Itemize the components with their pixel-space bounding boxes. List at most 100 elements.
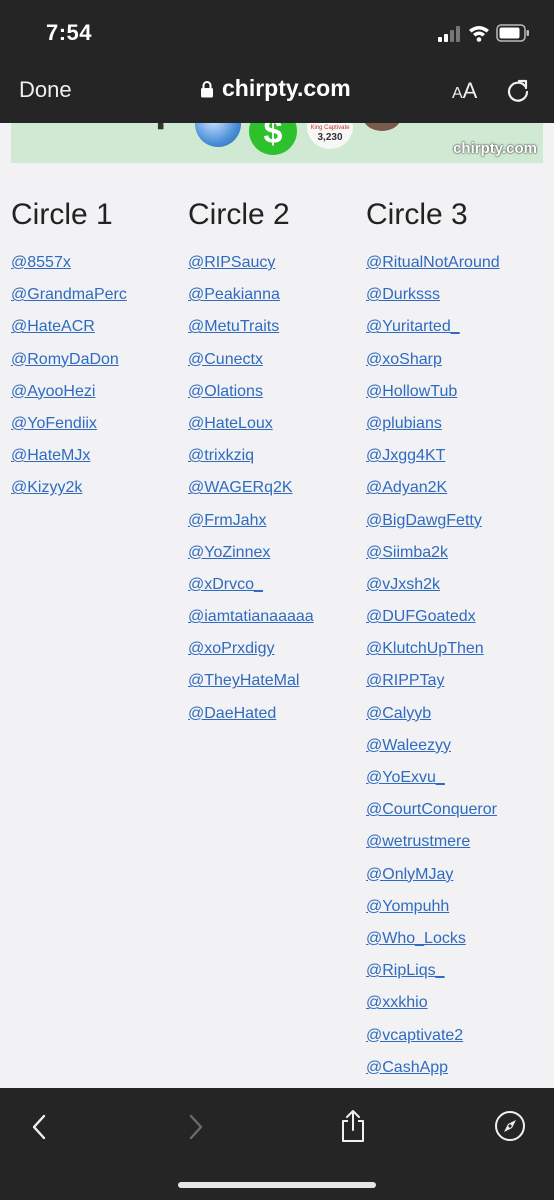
user-handle-link[interactable]: @DaeHated (188, 705, 276, 722)
back-icon[interactable] (27, 1112, 51, 1142)
list-item: @CourtConqueror (366, 799, 500, 831)
list-item: @HateACR (11, 316, 127, 348)
user-handle-link[interactable]: @Siimba2k (366, 544, 448, 561)
list-item: @YoZinnex (188, 542, 314, 574)
banner-image: ▘ $ King Captivate 3,230 chirpty.com (11, 123, 543, 163)
list-item: @Peakianna (188, 284, 314, 316)
user-handle-link[interactable]: @vJxsh2k (366, 576, 440, 593)
list-item: @RipLiqs_ (366, 960, 500, 992)
user-handle-link[interactable]: @Jxgg4KT (366, 447, 445, 464)
user-handle-link[interactable]: @HateMJx (11, 447, 90, 464)
list-item: @YoFendiix (11, 413, 127, 445)
user-handle-link[interactable]: @Yompuhh (366, 898, 449, 915)
user-handle-link[interactable]: @RIPPTay (366, 672, 444, 689)
list-item: @Olations (188, 381, 314, 413)
compass-icon[interactable] (494, 1110, 526, 1142)
user-handle-link[interactable]: @YoZinnex (188, 544, 270, 561)
circle-1-list: @8557x @GrandmaPerc @HateACR @RomyDaDon @Ayo… (11, 252, 127, 510)
list-item: @iamtatianaaaaa (188, 606, 314, 638)
user-handle-link[interactable]: @WAGERq2K (188, 479, 293, 496)
user-handle-link[interactable]: @CashApp (366, 1059, 448, 1076)
list-item: @xDrvco_ (188, 574, 314, 606)
list-item: @xxkhio (366, 992, 500, 1024)
list-item: @wetrustmere (366, 831, 500, 863)
reload-icon[interactable] (505, 78, 531, 104)
status-bar: 7:54 (0, 0, 554, 66)
user-handle-link[interactable]: @trixkziq (188, 447, 254, 464)
text-size-large-label: A (462, 78, 478, 103)
list-item: @HateMJx (11, 445, 127, 477)
user-handle-link[interactable]: @OnlyMJay (366, 866, 453, 883)
url-text: chirpty.com (222, 75, 351, 101)
user-handle-link[interactable]: @FrmJahx (188, 512, 266, 529)
circle-1-column: Circle 1 @8557x @GrandmaPerc @HateACR @Romy… (11, 196, 127, 510)
user-handle-link[interactable]: @xDrvco_ (188, 576, 263, 593)
circle-3-column: Circle 3 @RitualNotAround @Durksss @Yurita… (366, 196, 500, 1089)
user-handle-link[interactable]: @CourtConqueror (366, 801, 497, 818)
user-handle-link[interactable]: @Yuritarted_ (366, 318, 460, 335)
user-handle-link[interactable]: @8557x (11, 254, 71, 271)
list-item: @RIPSaucy (188, 252, 314, 284)
globe-avatar (195, 123, 241, 147)
user-handle-link[interactable]: @RitualNotAround (366, 254, 500, 271)
list-item: @Durksss (366, 284, 500, 316)
forward-icon[interactable] (184, 1112, 208, 1142)
user-handle-link[interactable]: @Waleezyy (366, 737, 451, 754)
user-handle-link[interactable]: @Olations (188, 383, 263, 400)
user-handle-link[interactable]: @vcaptivate2 (366, 1027, 463, 1044)
circle-2-title: Circle 2 (188, 198, 290, 231)
share-icon[interactable] (338, 1108, 368, 1144)
user-handle-link[interactable]: @Adyan2K (366, 479, 447, 496)
user-handle-link[interactable]: @RomyDaDon (11, 351, 119, 368)
circle-3-list: @RitualNotAround @Durksss @Yuritarted_ @xoS… (366, 252, 500, 1089)
done-button[interactable]: Done (19, 77, 72, 103)
text-size-button[interactable]: AA (452, 78, 477, 104)
user-handle-link[interactable]: @xoPrxdigy (188, 640, 275, 657)
follower-badge: King Captivate 3,230 (307, 123, 353, 149)
user-handle-link[interactable]: @AyooHezi (11, 383, 95, 400)
user-handle-link[interactable]: @TheyHateMal (188, 672, 299, 689)
user-handle-link[interactable]: @RipLiqs_ (366, 962, 445, 979)
list-item: @BigDawgFetty (366, 510, 500, 542)
user-handle-link[interactable]: @Cunectx (188, 351, 263, 368)
user-handle-link[interactable]: @KlutchUpThen (366, 640, 484, 657)
list-item: @DUFGoatedx (366, 606, 500, 638)
user-handle-link[interactable]: @Durksss (366, 286, 440, 303)
user-handle-link[interactable]: @Calyyb (366, 705, 431, 722)
user-handle-link[interactable]: @iamtatianaaaaa (188, 608, 314, 625)
list-item: @xoSharp (366, 349, 500, 381)
user-handle-link[interactable]: @HollowTub (366, 383, 457, 400)
user-handle-link[interactable]: @plubians (366, 415, 442, 432)
user-handle-link[interactable]: @DUFGoatedx (366, 608, 476, 625)
list-item: @Yuritarted_ (366, 316, 500, 348)
user-avatar (363, 123, 401, 131)
badge-name: King Captivate (310, 125, 350, 131)
list-item: @WAGERq2K (188, 477, 314, 509)
user-handle-link[interactable]: @xxkhio (366, 994, 428, 1011)
user-handle-link[interactable]: @BigDawgFetty (366, 512, 482, 529)
list-item: @Jxgg4KT (366, 445, 500, 477)
address-bar[interactable]: chirpty.com (200, 75, 351, 102)
user-handle-link[interactable]: @xoSharp (366, 351, 442, 368)
list-item: @GrandmaPerc (11, 284, 127, 316)
list-item: @vcaptivate2 (366, 1025, 500, 1057)
list-item: @Kizyy2k (11, 477, 127, 509)
list-item: @HateLoux (188, 413, 314, 445)
wifi-icon (469, 26, 489, 42)
user-handle-link[interactable]: @Who_Locks (366, 930, 466, 947)
user-handle-link[interactable]: @YoFendiix (11, 415, 97, 432)
user-handle-link[interactable]: @Kizyy2k (11, 479, 82, 496)
battery-icon (496, 24, 529, 42)
user-handle-link[interactable]: @RIPSaucy (188, 254, 275, 271)
user-handle-link[interactable]: @MetuTraits (188, 318, 279, 335)
list-item: @FrmJahx (188, 510, 314, 542)
user-handle-link[interactable]: @GrandmaPerc (11, 286, 127, 303)
lock-icon (201, 80, 213, 97)
user-handle-link[interactable]: @HateACR (11, 318, 95, 335)
user-handle-link[interactable]: @HateLoux (188, 415, 273, 432)
list-item: @AyooHezi (11, 381, 127, 413)
user-handle-link[interactable]: @YoExvu_ (366, 769, 445, 786)
user-handle-link[interactable]: @Peakianna (188, 286, 280, 303)
user-handle-link[interactable]: @wetrustmere (366, 833, 470, 850)
list-item: @8557x (11, 252, 127, 284)
